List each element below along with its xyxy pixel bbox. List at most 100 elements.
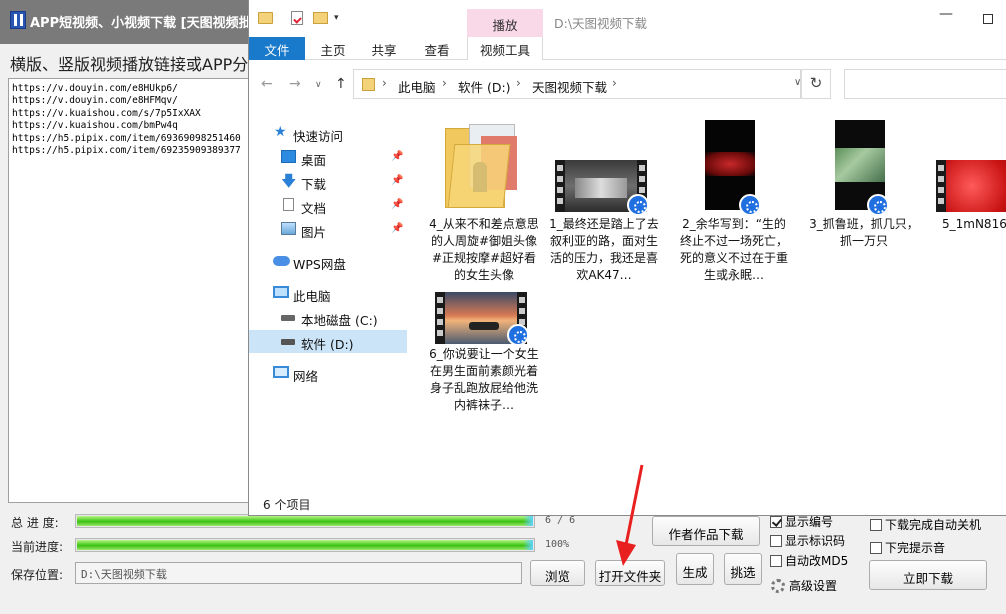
pin-icon[interactable]: 📌 — [391, 175, 403, 186]
nav-quick-access[interactable]: ★ 快速访问 — [249, 122, 407, 145]
recent-dropdown-icon[interactable]: ∨ — [315, 80, 322, 90]
refresh-icon[interactable]: ↻ — [801, 69, 831, 99]
show-mark-box[interactable] — [770, 535, 782, 547]
file-item-video[interactable]: 3_抓鲁班，抓几只，抓一万只 — [809, 120, 919, 290]
video-player-badge-icon — [867, 194, 889, 216]
auto-md5-checkbox[interactable]: 自动改MD5 — [770, 552, 848, 569]
show-number-box[interactable] — [770, 516, 782, 528]
properties-icon[interactable] — [291, 11, 303, 25]
nav-documents[interactable]: 文档 📌 — [249, 194, 407, 217]
nav-pictures[interactable]: 图片 📌 — [249, 218, 407, 241]
video-player-badge-icon — [507, 324, 529, 346]
nav-this-pc[interactable]: 此电脑 — [249, 282, 407, 305]
nav-wps-label: WPS网盘 — [293, 257, 346, 272]
show-mark-checkbox[interactable]: 显示标识码 — [770, 532, 845, 549]
nav-documents-label: 文档 — [301, 201, 327, 216]
navigation-pane: ★ 快速访问 桌面 📌 🡇 下载 📌 文档 📌 图片 📌 WPS网盘 此电脑 本… — [249, 110, 407, 490]
pin-icon[interactable]: 📌 — [391, 223, 403, 234]
back-arrow-icon[interactable]: ← — [261, 76, 273, 92]
auto-shutdown-checkbox[interactable]: 下载完成自动关机 — [870, 516, 981, 533]
links-textarea[interactable]: https://v.douyin.com/e8HUkp6/https://v.d… — [8, 78, 258, 503]
tab-video-tools[interactable]: 视频工具 — [467, 37, 543, 60]
document-icon — [283, 198, 294, 211]
nav-drive-c-label: 本地磁盘 (C:) — [301, 313, 378, 328]
nav-this-pc-label: 此电脑 — [293, 289, 331, 304]
file-item-video[interactable]: 2_余华写到：“生的终止不过一场死亡，死的意义不过在于重生或永眠… — [679, 120, 789, 290]
breadcrumb-separator-icon[interactable]: › — [612, 76, 617, 90]
file-name: 4_从来不和差点意思的人周旋#御姐头像#正规按摩#超好看的女生头像 — [429, 217, 539, 282]
author-works-button[interactable]: 作者作品下载 — [652, 516, 760, 546]
browse-button[interactable]: 浏览 — [530, 560, 585, 586]
file-name: 3_抓鲁班，抓几只，抓一万只 — [809, 217, 919, 248]
minimize-icon[interactable]: — — [939, 6, 953, 22]
tab-home[interactable]: 主页 — [311, 37, 355, 60]
pictures-icon — [281, 222, 296, 235]
nav-pictures-label: 图片 — [301, 225, 327, 240]
auto-md5-box[interactable] — [770, 555, 782, 567]
nav-quick-access-label: 快速访问 — [293, 129, 344, 144]
file-item-folder[interactable]: 4_从来不和差点意思的人周旋#御姐头像#正规按摩#超好看的女生头像 — [429, 120, 539, 290]
file-item-video[interactable]: 5_1mN816F — [934, 120, 1006, 290]
open-folder-button[interactable]: 打开文件夹 — [595, 560, 665, 586]
nav-wps-cloud[interactable]: WPS网盘 — [249, 250, 407, 273]
file-name: 1_最终还是踏上了去叙利亚的路，面对生活的压力，我还是喜欢AK47… — [549, 217, 659, 282]
file-item-video[interactable]: 6_你说要让一个女生在男生面前素颜光着身子乱跑放屁给他洗内裤袜子… — [429, 288, 539, 438]
pick-button[interactable]: 挑选 — [724, 553, 762, 585]
nav-downloads-label: 下载 — [301, 177, 327, 192]
tab-share[interactable]: 共享 — [363, 37, 405, 60]
video-player-badge-icon — [739, 194, 761, 216]
up-arrow-icon[interactable]: ↑ — [335, 76, 347, 92]
nav-desktop-label: 桌面 — [301, 153, 327, 168]
auto-shutdown-label: 下载完成自动关机 — [885, 518, 982, 532]
breadcrumb-separator-icon[interactable]: › — [516, 76, 521, 90]
forward-arrow-icon[interactable]: → — [289, 76, 301, 92]
search-input[interactable] — [844, 69, 1006, 99]
app-logo-icon — [10, 11, 26, 29]
pin-icon[interactable]: 📌 — [391, 199, 403, 210]
current-progress-text: 100% — [545, 539, 570, 550]
address-bar[interactable]: › 此电脑 › 软件 (D:) › 天图视频下载 › ∨ — [353, 69, 801, 99]
done-sound-checkbox[interactable]: 下完提示音 — [870, 539, 945, 556]
nav-drive-c[interactable]: 本地磁盘 (C:) — [249, 306, 407, 329]
explorer-title-bar: ▾ 播放 D:\天图视频下载 — — [249, 0, 1006, 37]
breadcrumb-separator-icon[interactable]: › — [382, 76, 387, 90]
breadcrumb-separator-icon[interactable]: › — [442, 76, 447, 90]
desktop-icon — [281, 150, 296, 163]
nav-downloads[interactable]: 🡇 下载 📌 — [249, 170, 407, 193]
done-sound-box[interactable] — [870, 542, 882, 554]
maximize-icon[interactable] — [983, 14, 993, 24]
generate-button[interactable]: 生成 — [676, 553, 714, 585]
breadcrumb-drive-d[interactable]: 软件 (D:) — [458, 77, 511, 96]
file-name: 2_余华写到：“生的终止不过一场死亡，死的意义不过在于重生或永眠… — [679, 217, 788, 282]
file-item-video[interactable]: 1_最终还是踏上了去叙利亚的路，面对生活的压力，我还是喜欢AK47… — [549, 120, 659, 290]
total-progress-fill — [77, 516, 533, 526]
nav-desktop[interactable]: 桌面 📌 — [249, 146, 407, 169]
tab-file[interactable]: 文件 — [249, 37, 305, 60]
file-list-pane: 4_从来不和差点意思的人周旋#御姐头像#正规按摩#超好看的女生头像 1_最终还是… — [409, 110, 1006, 490]
breadcrumb-this-pc[interactable]: 此电脑 — [398, 77, 436, 96]
save-path-field[interactable]: D:\天图视频下载 — [75, 562, 522, 584]
pin-icon[interactable]: 📌 — [391, 151, 403, 162]
save-location-label: 保存位置: — [11, 568, 64, 582]
quick-access-dropdown-icon[interactable]: ▾ — [334, 13, 339, 23]
total-progress-text: 6 / 6 — [545, 515, 576, 526]
auto-shutdown-box[interactable] — [870, 519, 882, 531]
link-line: https://v.douyin.com/e8HUkp6/ — [12, 83, 178, 94]
cloud-icon — [273, 256, 290, 266]
nav-network[interactable]: 网络 — [249, 362, 407, 385]
video-thumbnail — [936, 160, 1006, 212]
drive-icon — [281, 339, 295, 345]
breadcrumb-folder[interactable]: 天图视频下载 — [532, 77, 607, 96]
link-line: https://v.douyin.com/e8HFMqv/ — [12, 95, 178, 107]
download-now-button[interactable]: 立即下载 — [869, 560, 987, 590]
nav-network-label: 网络 — [293, 369, 319, 384]
new-folder-icon[interactable] — [313, 12, 328, 24]
advanced-settings-link[interactable]: 高级设置 — [771, 577, 837, 594]
navigation-bar: ← → ∨ ↑ › 此电脑 › 软件 (D:) › 天图视频下载 › ∨ ↻ — [249, 62, 1006, 106]
tab-view[interactable]: 查看 — [415, 37, 459, 60]
link-line: https://h5.pipix.com/item/69235909389377 — [12, 145, 241, 157]
video-player-badge-icon — [627, 194, 649, 216]
total-progress-label: 总 进 度: — [11, 516, 59, 530]
contextual-play-tab[interactable]: 播放 — [467, 9, 543, 37]
nav-drive-d[interactable]: 软件 (D:) — [249, 330, 407, 353]
